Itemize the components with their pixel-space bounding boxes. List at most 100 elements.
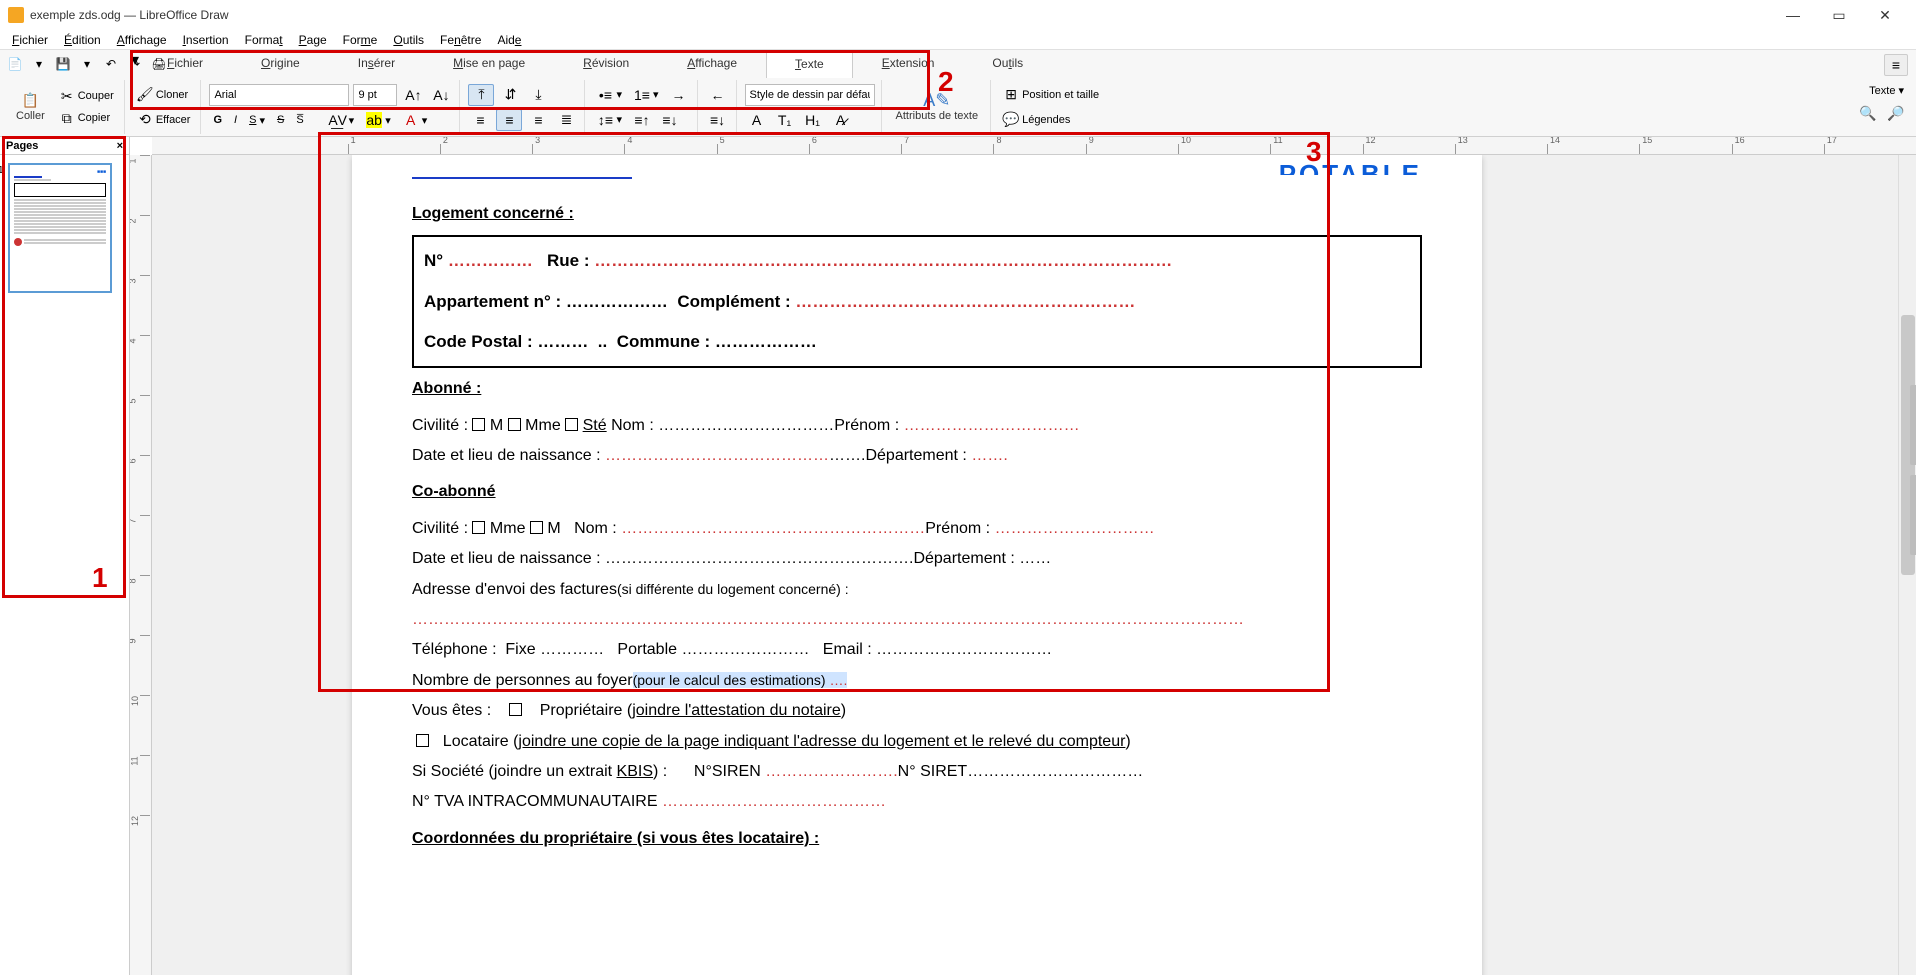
cloner-button[interactable]: 🖌Cloner: [133, 85, 195, 105]
rtl-button[interactable]: ≡↓: [706, 110, 730, 130]
bullet-list-button[interactable]: •≡▾: [593, 85, 626, 105]
char-spacing-button[interactable]: A͟V▾: [326, 110, 359, 130]
menu-insertion[interactable]: Insertion: [175, 31, 237, 49]
menu-fichier[interactable]: Fichier: [4, 31, 56, 49]
hamburger-menu-icon[interactable]: ≡: [1884, 54, 1908, 76]
menu-fenetre[interactable]: Fenêtre: [432, 31, 489, 49]
outdent-button[interactable]: →: [667, 85, 691, 105]
undo-icon[interactable]: ↶: [100, 53, 122, 75]
italic-button[interactable]: I: [230, 112, 241, 128]
annotation-label-3: 3: [1306, 136, 1322, 168]
valign-top-button[interactable]: ⤒: [468, 84, 494, 106]
save-icon[interactable]: 💾: [52, 53, 74, 75]
tab-texte[interactable]: Texte: [766, 50, 853, 78]
close-button[interactable]: ✕: [1862, 0, 1908, 30]
tab-origine[interactable]: Origine: [232, 50, 329, 78]
bullet-icon: •≡: [597, 87, 613, 103]
tab-mise-en-page[interactable]: Mise en page: [424, 50, 554, 78]
vertical-scrollbar[interactable]: [1898, 155, 1916, 975]
copy-button[interactable]: ⧉Copier: [55, 108, 118, 128]
effacer-button[interactable]: ⟲Effacer: [133, 110, 195, 130]
nb-note: (pour le calcul des estimations): [633, 672, 826, 688]
font-size-input[interactable]: [353, 84, 397, 106]
opt-prop: Propriétaire: [540, 702, 623, 719]
para-dec-icon: ≡↓: [662, 112, 678, 128]
align-right-button[interactable]: ≡: [526, 110, 550, 130]
save-dropdown-icon[interactable]: ▾: [76, 53, 98, 75]
tab-affichage[interactable]: Affichage: [658, 50, 766, 78]
maximize-button[interactable]: ▭: [1816, 0, 1862, 30]
menu-aide[interactable]: Aide: [489, 31, 529, 49]
menu-edition[interactable]: Édition: [56, 31, 109, 49]
align-left-button[interactable]: ≡: [468, 110, 492, 130]
valign-middle-button[interactable]: ⇵: [498, 85, 522, 105]
font-color-button[interactable]: A▾: [399, 110, 432, 130]
lbl-tva: N° TVA INTRACOMMUNAUTAIRE: [412, 793, 658, 810]
paste-button[interactable]: 📋 Coller: [10, 90, 51, 124]
bold-button[interactable]: G: [209, 112, 226, 128]
lbl-dep: Département :: [865, 447, 966, 464]
horizontal-ruler[interactable]: 123 456 789 101112 131415 1617: [152, 137, 1916, 155]
align-justify-button[interactable]: ≣: [554, 110, 578, 130]
minimize-button[interactable]: —: [1770, 0, 1816, 30]
sidebar-tab-2[interactable]: [1910, 475, 1916, 555]
template-icon[interactable]: ▾: [28, 53, 50, 75]
right-texte-button[interactable]: Texte ▾: [1865, 82, 1908, 99]
pages-panel-title: Pages: [6, 140, 38, 152]
vertical-ruler[interactable]: 123 456 789 101112: [130, 155, 152, 975]
ltr-button[interactable]: ←: [706, 85, 730, 105]
lbl-nom2: Nom :: [574, 520, 617, 537]
highlight-button[interactable]: ab▾: [362, 110, 395, 130]
number-list-button[interactable]: 1≡▾: [630, 85, 663, 105]
menu-outils[interactable]: Outils: [385, 31, 432, 49]
sidebar-tab-1[interactable]: [1910, 385, 1916, 465]
clear-format-button[interactable]: A̷: [829, 110, 853, 130]
zoom-button[interactable]: 🔎: [1884, 103, 1908, 123]
tab-outils[interactable]: Outils: [963, 50, 1052, 78]
line-spacing-button[interactable]: ↕≡▾: [593, 110, 626, 130]
document-page[interactable]: POTABLE Logement concerné : N° …………… Rue…: [352, 155, 1482, 975]
ltr-icon: ←: [710, 87, 726, 103]
underline-button[interactable]: S▾: [245, 112, 269, 129]
tab-fichier[interactable]: Fichier: [138, 50, 232, 78]
text-attributes-button[interactable]: A✎ Attributs de texte: [890, 90, 985, 124]
find-button[interactable]: 🔍: [1856, 103, 1880, 123]
valign-bottom-button[interactable]: ⤓: [526, 85, 550, 105]
overline-button[interactable]: S̅: [292, 112, 307, 128]
align-left-icon: ≡: [472, 112, 488, 128]
titlebar: exemple zds.odg — LibreOffice Draw — ▭ ✕: [0, 0, 1916, 30]
new-icon[interactable]: 📄: [4, 53, 26, 75]
lbl-siren: N°SIREN: [694, 763, 761, 780]
page-thumbnail-1[interactable]: ■■■: [8, 163, 112, 293]
loc-note: joindre une copie de la page indiquant l…: [518, 733, 1125, 750]
menu-affichage[interactable]: Affichage: [109, 31, 175, 49]
para-space-inc-button[interactable]: ≡↑: [630, 110, 654, 130]
grow-font-button[interactable]: A↑: [401, 85, 425, 105]
legends-button[interactable]: 💬Légendes: [999, 110, 1103, 130]
tab-revision[interactable]: Révision: [554, 50, 658, 78]
para-space-dec-button[interactable]: ≡↓: [658, 110, 682, 130]
menu-forme[interactable]: Forme: [335, 31, 386, 49]
opt-m: M: [490, 417, 503, 434]
align-center-button[interactable]: ≡: [496, 109, 522, 131]
font-name-input[interactable]: [209, 84, 349, 106]
cut-button[interactable]: ✂Couper: [55, 86, 118, 106]
document-viewport[interactable]: POTABLE Logement concerné : N° …………… Rue…: [152, 155, 1898, 975]
legend-icon: 💬: [1003, 112, 1019, 128]
pages-panel-close-icon[interactable]: ×: [117, 140, 123, 152]
text-t1-button[interactable]: T₁: [773, 110, 797, 130]
paragraph-style-input[interactable]: [745, 84, 875, 106]
strike-button[interactable]: S: [273, 112, 288, 128]
tab-inserer[interactable]: Insérer: [329, 50, 424, 78]
text-h1-button[interactable]: H₁: [801, 110, 825, 130]
shrink-font-button[interactable]: A↓: [429, 85, 453, 105]
opt-mme: Mme: [525, 417, 561, 434]
valign-bot-icon: ⤓: [530, 87, 546, 103]
text-a-button[interactable]: A: [745, 110, 769, 130]
position-icon: ⊞: [1003, 87, 1019, 103]
text-t1-icon: T₁: [777, 112, 793, 128]
menu-page[interactable]: Page: [291, 31, 335, 49]
position-size-button[interactable]: ⊞Position et taille: [999, 85, 1103, 105]
align-justify-icon: ≣: [558, 112, 574, 128]
menu-format[interactable]: Format: [237, 31, 291, 49]
